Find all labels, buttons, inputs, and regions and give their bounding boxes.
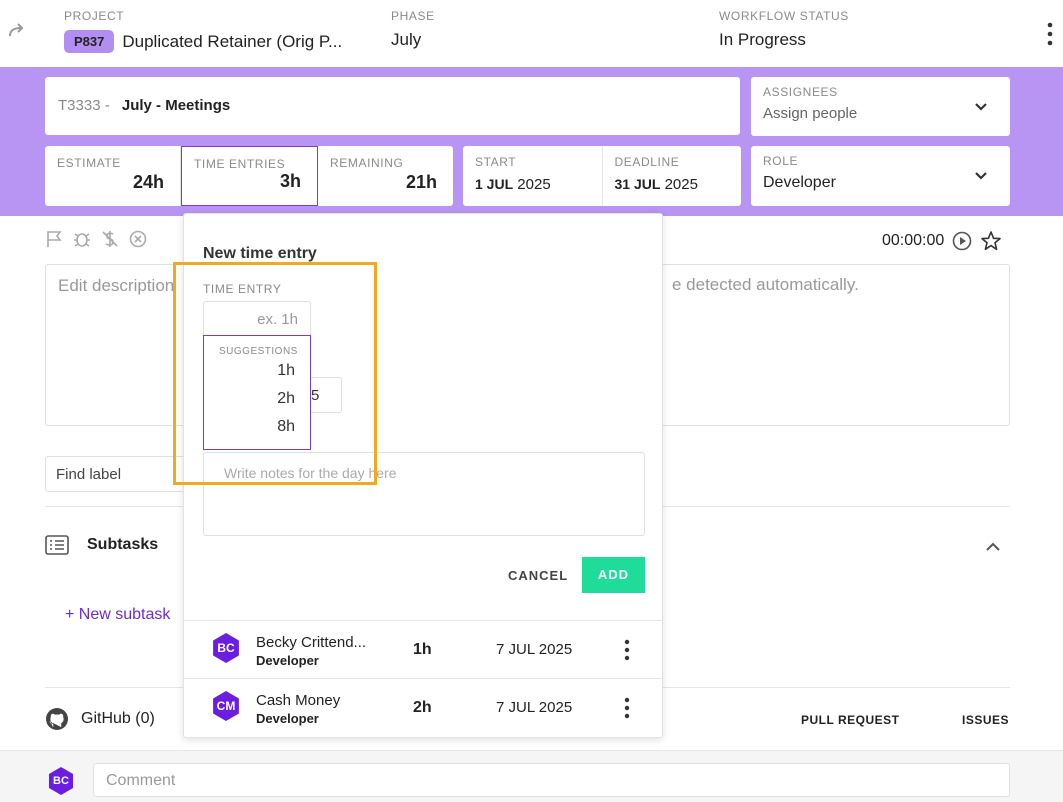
play-icon[interactable] [952,231,972,251]
user-avatar: BC [213,633,239,663]
subtasks-title: Subtasks [87,536,159,553]
estimate-value: 24h [132,172,164,192]
deadline-year: 2025 [664,176,698,193]
task-timer: 00:00:00 [882,230,1002,252]
estimate-label: ESTIMATE [57,156,121,170]
entry-hours: 1h [413,641,432,658]
entry-role: Developer [256,711,319,726]
chevron-down-icon [975,103,987,111]
github-icon [46,708,68,730]
workflow-status-label: WORKFLOW STATUS [719,9,849,23]
assignees-placeholder: Assign people [763,105,858,122]
start-label: START [475,155,517,169]
project-block: PROJECT P837 Duplicated Retainer (Orig P… [64,9,342,53]
github-title: GitHub (0) [81,710,155,727]
entry-role: Developer [256,653,319,668]
workflow-status-block: WORKFLOW STATUS In Progress [719,9,849,50]
role-select[interactable]: ROLE Developer [751,146,1010,206]
role-label: ROLE [763,154,799,168]
task-info-band: T3333 - July - Meetings ASSIGNEES Assign… [0,67,1063,216]
time-entry-row: CM Cash Money Developer 2h 7 JUL 2025 [184,678,662,736]
assignees-label: ASSIGNEES [763,85,838,99]
more-options-icon[interactable] [1045,22,1055,46]
task-code: T3333 - [58,97,110,114]
estimate-stat[interactable]: ESTIMATE 24h [45,146,181,206]
user-avatar: BC [48,767,74,795]
time-entries-stat[interactable]: TIME ENTRIES 3h [181,146,318,206]
comment-bar: BC Comment [0,750,1063,802]
remaining-stat: REMAINING 21h [318,146,453,206]
add-button[interactable]: ADD [582,557,645,593]
list-icon [45,535,69,555]
cancel-button[interactable]: CANCEL [502,557,574,593]
entry-date: 7 JUL 2025 [496,641,573,658]
start-daymonth: 1 JUL [475,176,514,192]
task-title-card[interactable]: T3333 - July - Meetings [45,77,740,135]
task-name[interactable]: July - Meetings [122,97,230,114]
project-label: PROJECT [64,9,125,23]
deadline-label: DEADLINE [614,155,680,169]
start-year: 2025 [517,176,551,193]
star-icon[interactable] [980,230,1002,252]
task-toolbar [45,230,147,248]
remaining-value: 21h [405,172,437,192]
flag-icon[interactable] [45,230,63,248]
time-entries-value: 3h [279,171,301,191]
time-entries-label: TIME ENTRIES [194,157,286,171]
entry-date: 7 JUL 2025 [496,699,573,716]
chevron-down-icon [975,172,987,180]
pull-request-tab[interactable]: PULL REQUEST [801,713,899,727]
deadline-date[interactable]: DEADLINE 31 JUL 2025 [603,146,742,206]
chevron-up-icon[interactable] [985,542,1001,552]
new-subtask-link[interactable]: + New subtask [65,606,170,624]
entry-user-name: Cash Money [256,692,341,709]
assignees-select[interactable]: ASSIGNEES Assign people [751,77,1010,136]
role-value: Developer [763,174,836,191]
deadline-daymonth: 31 JUL [614,176,661,192]
phase-label: PHASE [391,9,435,23]
description-placeholder: Edit description [58,276,175,295]
user-avatar: CM [213,691,239,721]
start-date[interactable]: START 1 JUL 2025 [463,146,603,206]
project-badge[interactable]: P837 [64,30,115,53]
non-billable-icon[interactable] [101,230,119,248]
remaining-label: REMAINING [330,156,404,170]
entry-user-name: Becky Crittend... [256,634,367,651]
project-name[interactable]: Duplicated Retainer (Orig P... [122,32,342,52]
more-options-icon[interactable] [623,696,631,720]
github-section[interactable]: GitHub (0) [45,707,155,731]
time-entry-row: BC Becky Crittend... Developer 1h 7 JUL … [184,620,662,678]
more-options-icon[interactable] [623,638,631,662]
bug-icon[interactable] [73,230,91,248]
time-stats-card: ESTIMATE 24h TIME ENTRIES 3h REMAINING 2… [45,146,453,206]
redo-arrow-icon[interactable] [8,22,26,40]
description-placeholder-tail: e detected automatically. [672,275,859,294]
phase-value[interactable]: July [391,30,435,50]
subtasks-header[interactable]: Subtasks [45,534,158,556]
phase-block: PHASE July [391,9,435,50]
dates-card: START 1 JUL 2025 DEADLINE 31 JUL 2025 [463,146,741,206]
entry-hours: 2h [413,699,432,716]
project-header: PROJECT P837 Duplicated Retainer (Orig P… [0,0,1063,67]
popup-title: New time entry [203,245,317,262]
workflow-status-value[interactable]: In Progress [719,30,849,50]
cancel-circle-icon[interactable] [129,230,147,248]
comment-input[interactable]: Comment [93,763,1010,797]
timer-value: 00:00:00 [882,232,945,249]
focus-highlight-box [173,262,377,485]
issues-tab[interactable]: ISSUES [962,713,1009,727]
